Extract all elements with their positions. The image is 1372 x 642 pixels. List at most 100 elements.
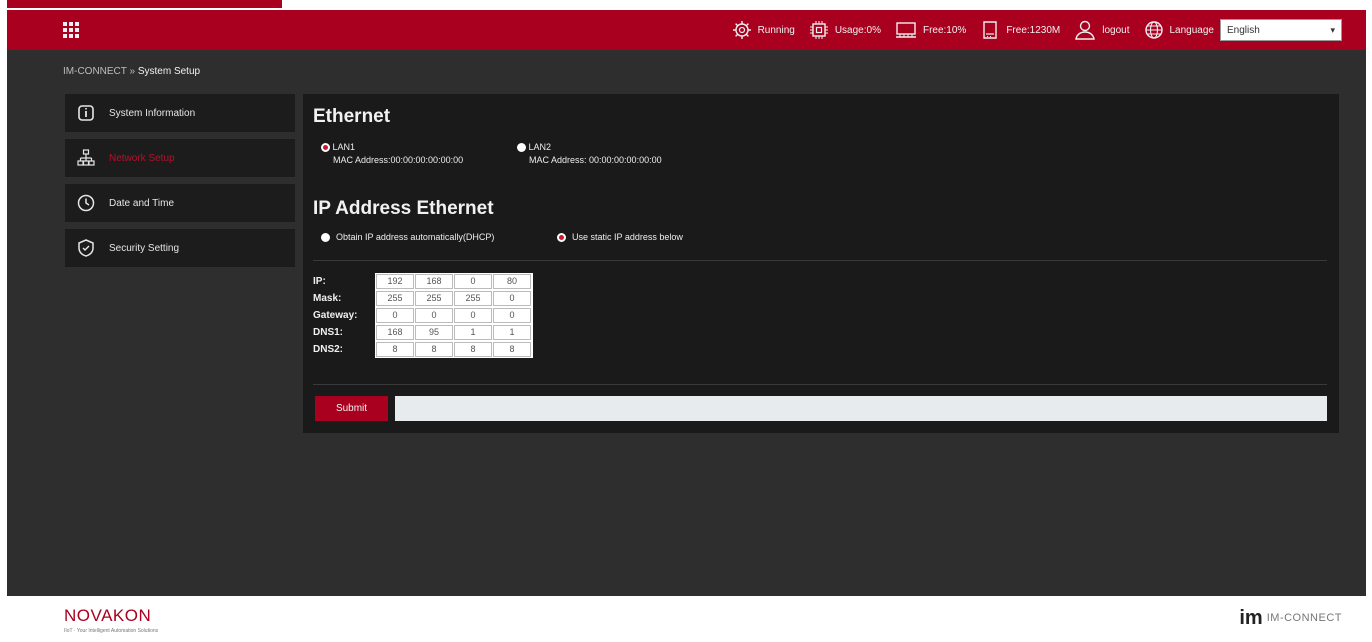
language-label: Language [1169, 24, 1215, 36]
novakon-tagline: IIoT · Your Intelligent Automation Solut… [64, 628, 159, 634]
app-menu-grid-icon[interactable] [63, 22, 79, 38]
ip-octet-1-input[interactable]: 192 [376, 274, 414, 289]
language-control: Language English ▾ [1144, 19, 1342, 41]
dns2-octet-1-input[interactable]: 8 [376, 342, 414, 357]
ethernet-heading: Ethernet [313, 106, 391, 127]
status-storage: Free:1230M [980, 20, 1060, 40]
sidebar-item-system-information[interactable]: System Information [65, 94, 295, 132]
dns2-octet-4-input[interactable]: 8 [493, 342, 531, 357]
submit-button[interactable]: Submit [315, 396, 388, 421]
ip-octet-3-input[interactable]: 0 [454, 274, 492, 289]
sidebar: System Information Network Setup Date an… [65, 94, 295, 274]
dns2-octets: 8 8 8 8 [375, 341, 533, 358]
network-icon [77, 149, 95, 166]
ip-address-ethernet-heading: IP Address Ethernet [313, 198, 494, 219]
sidebar-item-network-setup[interactable]: Network Setup [65, 139, 295, 177]
user-icon [1075, 20, 1096, 40]
novakon-logo: NOVAKON IIoT · Your Intelligent Automati… [64, 606, 158, 634]
logout-button[interactable]: logout [1074, 20, 1130, 40]
status-cpu-usage: Usage:0% [809, 20, 881, 40]
dns1-octet-1-input[interactable]: 168 [376, 325, 414, 340]
dhcp-label: Obtain IP address automatically(DHCP) [336, 232, 495, 242]
sidebar-item-label: System Information [109, 107, 196, 119]
static-ip-radio[interactable] [557, 232, 566, 242]
sidebar-item-date-and-time[interactable]: Date and Time [65, 184, 295, 222]
breadcrumb-current: System Setup [137, 66, 201, 77]
lan1-label: LAN1 [332, 142, 356, 152]
gateway-octet-2-input[interactable]: 0 [415, 308, 453, 323]
mask-octet-1-input[interactable]: 255 [376, 291, 414, 306]
dns1-octet-2-input[interactable]: 95 [415, 325, 453, 340]
divider [313, 384, 1327, 385]
dhcp-radio[interactable] [321, 232, 330, 242]
logout-label: logout [1102, 24, 1130, 36]
lan2-radio[interactable] [517, 143, 526, 153]
status-running-label: Running [757, 24, 795, 36]
header-tab-strip [7, 0, 282, 8]
dns2-row: DNS2: 8 8 8 8 [313, 341, 533, 358]
mask-label: Mask: [313, 293, 342, 304]
mask-octet-2-input[interactable]: 255 [415, 291, 453, 306]
dns2-label: DNS2: [313, 344, 344, 355]
dns1-label: DNS1: [313, 327, 344, 338]
status-memory: Free:10% [895, 20, 966, 40]
status-group: Running Usage:0% Free:10% Free:1230M log… [732, 10, 1342, 50]
gateway-octet-3-input[interactable]: 0 [454, 308, 492, 323]
mask-octet-4-input[interactable]: 0 [493, 291, 531, 306]
divider [313, 260, 1327, 261]
info-icon [78, 105, 94, 121]
lan2-mac-address: MAC Address: 00:00:00:00:00:00 [529, 155, 662, 166]
novakon-brand: NOVAKON [64, 606, 152, 625]
ip-octet-2-input[interactable]: 168 [415, 274, 453, 289]
storage-icon [983, 21, 998, 39]
dns1-octet-3-input[interactable]: 1 [454, 325, 492, 340]
breadcrumb-root[interactable]: IM-CONNECT [63, 66, 127, 77]
status-storage-label: Free:1230M [1006, 24, 1061, 36]
dns2-octet-2-input[interactable]: 8 [415, 342, 453, 357]
static-ip-label: Use static IP address below [572, 232, 683, 242]
gateway-octet-1-input[interactable]: 0 [376, 308, 414, 323]
memory-icon [895, 22, 916, 38]
sidebar-item-label: Security Setting [109, 242, 180, 254]
mask-row: Mask: 255 255 255 0 [313, 290, 533, 307]
clock-icon [77, 194, 95, 212]
app-frame: Running Usage:0% Free:10% Free:1230M log… [7, 10, 1366, 596]
lan2-label: LAN2 [528, 142, 552, 152]
globe-icon [1144, 21, 1163, 39]
chevron-down-icon: ▾ [1330, 24, 1335, 35]
static-ip-option[interactable]: Use static IP address below [557, 232, 683, 242]
mask-octet-3-input[interactable]: 255 [454, 291, 492, 306]
gateway-octets: 0 0 0 0 [375, 307, 533, 324]
status-cpu-label: Usage:0% [834, 24, 881, 36]
language-selected-value: English [1227, 24, 1260, 36]
dhcp-option[interactable]: Obtain IP address automatically(DHCP) [321, 232, 494, 242]
breadcrumb: IM-CONNECT » System Setup [63, 66, 200, 77]
im-connect-product: IM-CONNECT [1266, 612, 1342, 624]
im-connect-mark: im [1239, 607, 1263, 629]
dns1-row: DNS1: 168 95 1 1 [313, 324, 533, 341]
cpu-icon [809, 21, 828, 39]
sidebar-item-label: Date and Time [109, 197, 175, 209]
gateway-octet-4-input[interactable]: 0 [493, 308, 531, 323]
gear-icon [732, 21, 751, 39]
sidebar-item-security-setting[interactable]: Security Setting [65, 229, 295, 267]
dns1-octet-4-input[interactable]: 1 [493, 325, 531, 340]
lan1-mac-address: MAC Address:00:00:00:00:00:00 [333, 155, 464, 166]
breadcrumb-separator: » [129, 66, 136, 77]
lan2-option[interactable]: LAN2 MAC Address: 00:00:00:00:00:00 [517, 142, 662, 165]
lan1-radio[interactable] [321, 143, 330, 153]
lan1-option[interactable]: LAN1 MAC Address:00:00:00:00:00:00 [321, 142, 463, 165]
mask-octets: 255 255 255 0 [375, 290, 533, 307]
gateway-label: Gateway: [313, 310, 358, 321]
ip-row: IP: 192 168 0 80 [313, 273, 533, 290]
status-running: Running [732, 20, 795, 40]
ip-label: IP: [313, 276, 326, 287]
sidebar-item-label: Network Setup [109, 152, 175, 164]
top-bar: Running Usage:0% Free:10% Free:1230M log… [7, 10, 1366, 50]
ip-octets: 192 168 0 80 [375, 273, 533, 290]
dns2-octet-3-input[interactable]: 8 [454, 342, 492, 357]
language-select[interactable]: English ▾ [1220, 19, 1342, 41]
shield-icon [78, 239, 94, 257]
gateway-row: Gateway: 0 0 0 0 [313, 307, 533, 324]
ip-octet-4-input[interactable]: 80 [493, 274, 531, 289]
